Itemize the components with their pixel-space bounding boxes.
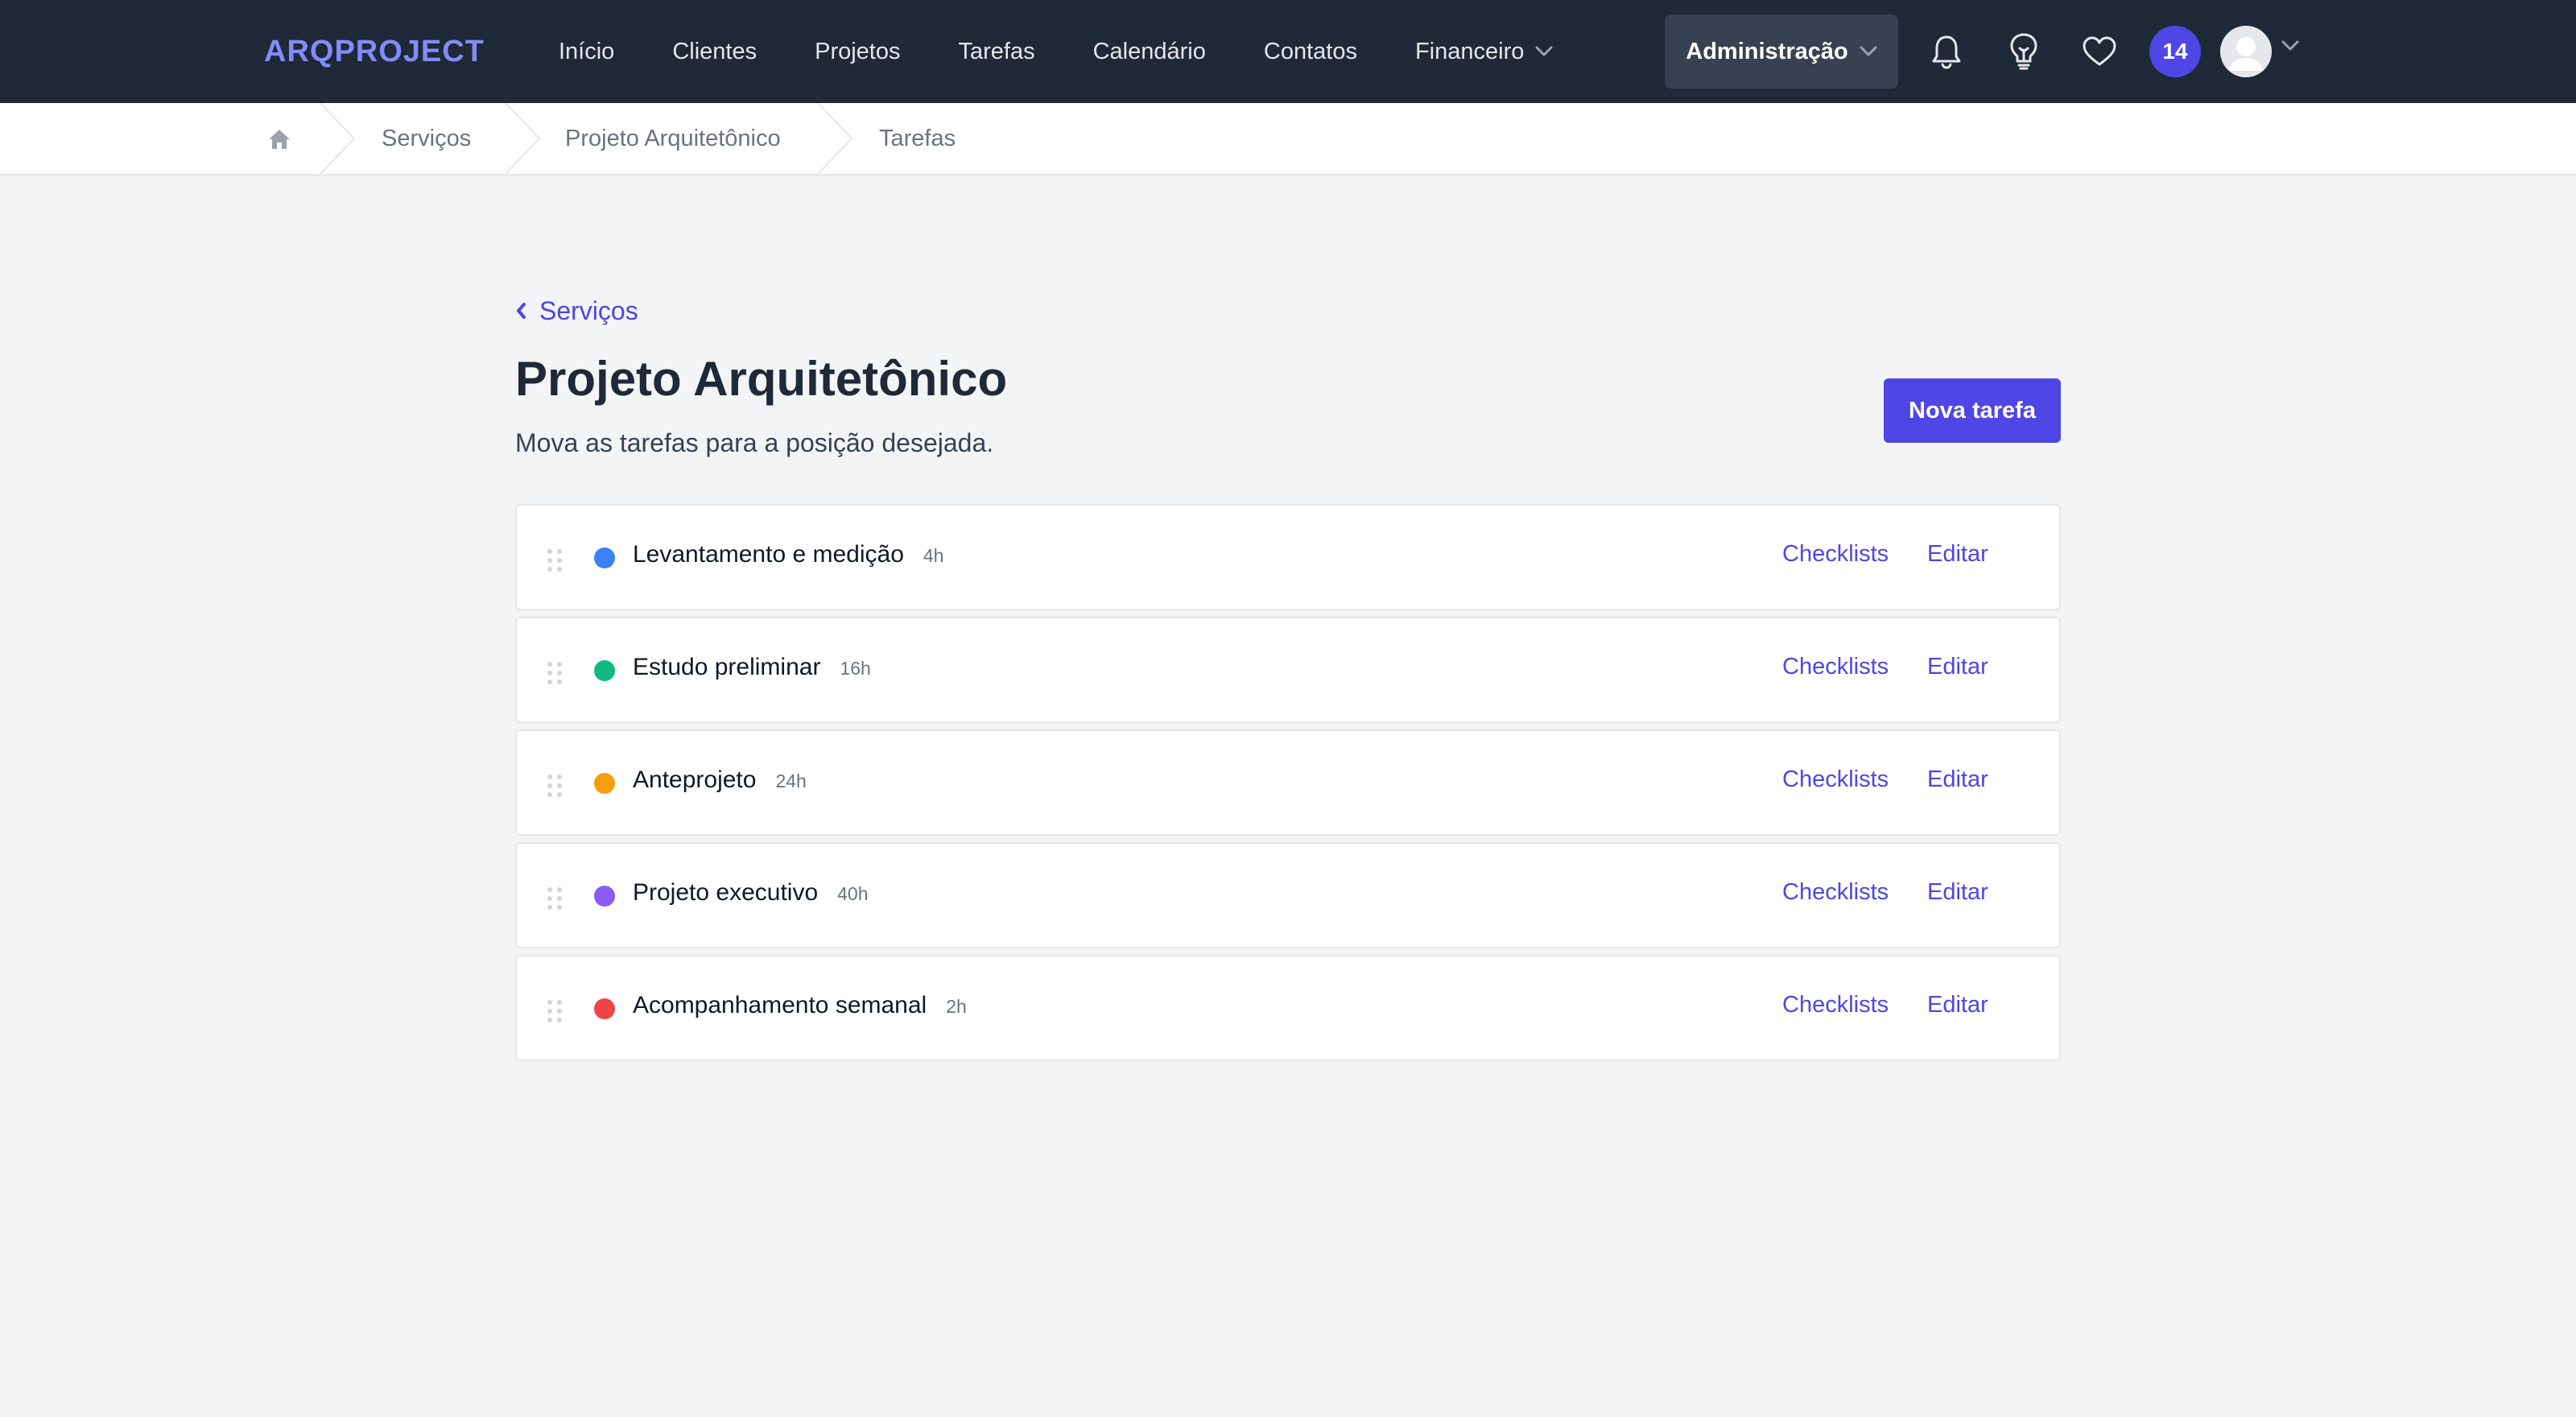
lightbulb-icon[interactable] — [2003, 31, 2045, 72]
checklists-link[interactable]: Checklists — [1782, 992, 1889, 1018]
task-color-dot — [594, 660, 615, 681]
chevron-down-icon[interactable] — [2281, 40, 2299, 52]
chevron-left-icon — [515, 302, 526, 320]
heart-icon[interactable] — [2079, 31, 2120, 72]
task-hours: 16h — [840, 658, 871, 679]
task-row[interactable]: Levantamento e medição 4h Checklists Edi… — [515, 504, 2061, 610]
chevron-down-icon — [1535, 46, 1553, 57]
back-link-label: Serviços — [539, 295, 638, 325]
edit-link[interactable]: Editar — [1927, 541, 1988, 568]
page-subtitle: Mova as tarefas para a posição desejada. — [515, 428, 994, 457]
task-name: Levantamento e medição — [633, 541, 904, 568]
app-logo[interactable]: ARQPROJECT — [264, 32, 485, 71]
nav-item-inicio[interactable]: Início — [530, 0, 643, 103]
checklists-link[interactable]: Checklists — [1782, 654, 1889, 680]
new-task-button[interactable]: Nova tarefa — [1884, 378, 2061, 443]
task-color-dot — [594, 547, 615, 568]
task-name: Acompanhamento semanal — [633, 992, 927, 1018]
logo-text: ARQPROJECT — [264, 34, 485, 68]
task-hours: 2h — [946, 996, 967, 1017]
nav-item-contatos[interactable]: Contatos — [1235, 0, 1386, 103]
task-hours: 24h — [775, 770, 807, 791]
edit-link[interactable]: Editar — [1927, 766, 1988, 793]
drag-handle-icon[interactable] — [546, 547, 564, 573]
task-hours: 40h — [837, 883, 869, 904]
admin-menu-button[interactable]: Administração — [1665, 14, 1898, 89]
checklists-link[interactable]: Checklists — [1782, 541, 1889, 568]
task-name: Projeto executivo — [633, 879, 819, 906]
checklists-link[interactable]: Checklists — [1782, 879, 1889, 906]
top-navbar: ARQPROJECT Início Clientes Projetos Tare… — [0, 0, 2576, 103]
nav-item-projetos[interactable]: Projetos — [786, 0, 929, 103]
nav-item-financeiro[interactable]: Financeiro — [1386, 0, 1582, 103]
page-title: Projeto Arquitetônico — [515, 352, 1008, 406]
task-name: Anteprojeto — [633, 766, 757, 793]
edit-link[interactable]: Editar — [1927, 992, 1988, 1018]
task-row[interactable]: Projeto executivo 40h Checklists Editar — [515, 842, 2061, 948]
drag-handle-icon[interactable] — [546, 660, 564, 686]
breadcrumb: Serviços Projeto Arquitetônico Tarefas — [0, 103, 2576, 176]
breadcrumb-separator — [505, 103, 541, 174]
notification-count-badge[interactable]: 14 — [2149, 26, 2201, 77]
edit-link[interactable]: Editar — [1927, 879, 1988, 906]
checklists-link[interactable]: Checklists — [1782, 766, 1889, 793]
breadcrumb-item-tarefas[interactable]: Tarefas — [879, 103, 956, 174]
home-icon[interactable] — [266, 126, 293, 153]
task-row[interactable]: Anteprojeto 24h Checklists Editar — [515, 729, 2061, 836]
breadcrumb-item-projeto[interactable]: Projeto Arquitetônico — [565, 103, 781, 174]
edit-link[interactable]: Editar — [1927, 654, 1988, 680]
drag-handle-icon[interactable] — [546, 998, 564, 1024]
nav-item-tarefas[interactable]: Tarefas — [930, 0, 1064, 103]
nav-item-calendario[interactable]: Calendário — [1064, 0, 1235, 103]
nav-item-clientes[interactable]: Clientes — [643, 0, 786, 103]
task-row[interactable]: Acompanhamento semanal 2h Checklists Edi… — [515, 955, 2061, 1061]
breadcrumb-separator — [320, 103, 356, 174]
back-link[interactable]: Serviços — [515, 293, 638, 328]
breadcrumb-item-servicos[interactable]: Serviços — [382, 103, 471, 174]
chevron-down-icon — [1860, 46, 1877, 57]
task-color-dot — [594, 998, 615, 1019]
task-name: Estudo preliminar — [633, 654, 821, 680]
avatar[interactable] — [2220, 26, 2272, 77]
task-color-dot — [594, 886, 615, 907]
bell-icon[interactable] — [1926, 31, 1967, 72]
drag-handle-icon[interactable] — [546, 773, 564, 799]
breadcrumb-separator — [817, 103, 853, 174]
task-hours: 4h — [923, 545, 944, 566]
drag-handle-icon[interactable] — [546, 886, 564, 911]
main-nav: Início Clientes Projetos Tarefas Calendá… — [530, 0, 1582, 103]
task-row[interactable]: Estudo preliminar 16h Checklists Editar — [515, 617, 2061, 723]
task-color-dot — [594, 773, 615, 794]
task-list: Levantamento e medição 4h Checklists Edi… — [515, 504, 2061, 1068]
